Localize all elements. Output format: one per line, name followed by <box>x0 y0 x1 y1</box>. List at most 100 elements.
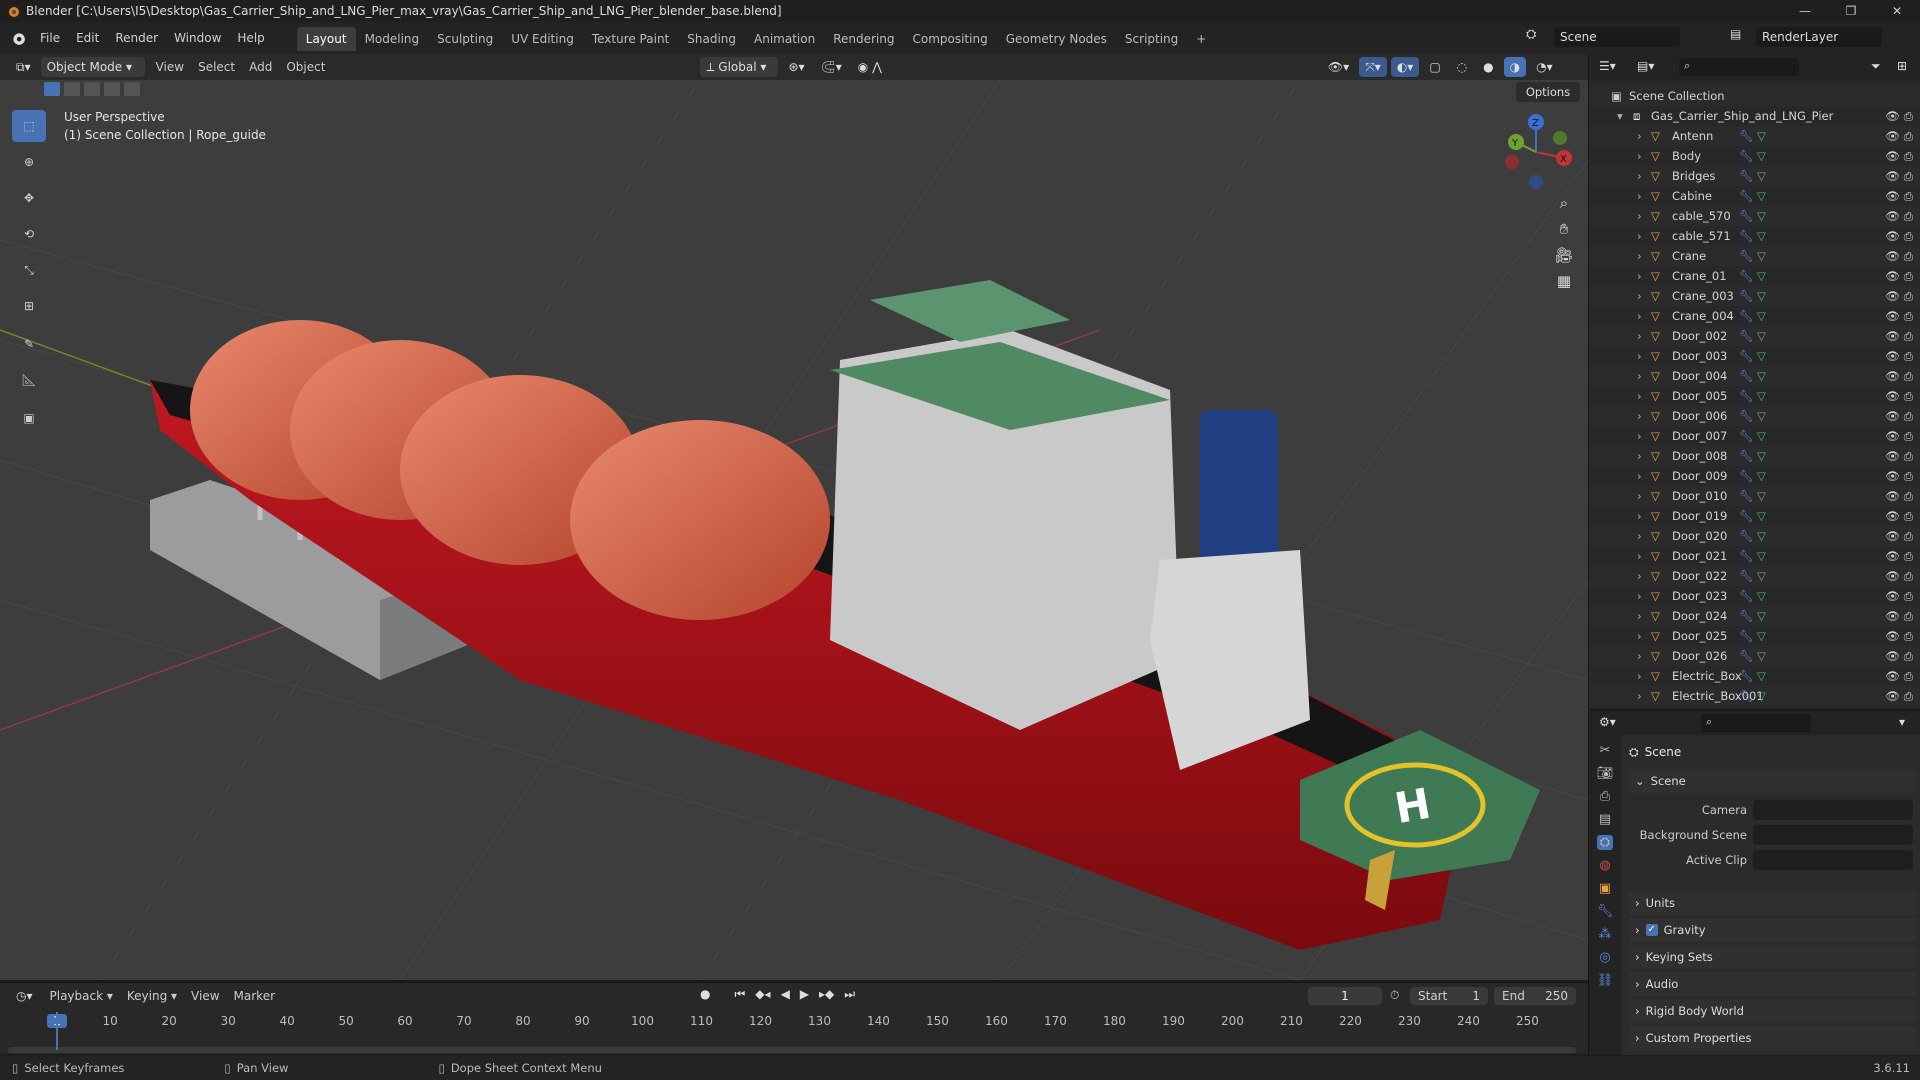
expand-arrow-icon[interactable]: › <box>1637 249 1642 263</box>
eye-icon[interactable]: 👁︎ <box>1885 209 1900 224</box>
camera-icon[interactable]: ⎙ <box>1904 149 1913 164</box>
select-extend-icon[interactable] <box>64 82 80 96</box>
prev-keyframe-icon[interactable]: ◆◂ <box>755 987 770 1007</box>
outliner-item[interactable]: › ▽ Crane 🔧︎ ▽ 👁︎ ⎙ <box>1589 246 1920 266</box>
editor-type-icon[interactable]: ⧉▾ <box>10 57 37 77</box>
camera-icon[interactable]: ⎙ <box>1904 249 1913 264</box>
eye-icon[interactable]: 👁︎ <box>1885 229 1900 244</box>
camera-icon[interactable]: ⎙ <box>1904 449 1913 464</box>
ortho-grid-icon[interactable]: ▦ <box>1552 272 1576 290</box>
jump-start-icon[interactable]: ⏮ <box>734 987 745 1007</box>
expand-arrow-icon[interactable]: › <box>1637 589 1642 603</box>
close-button[interactable]: ✕ <box>1874 0 1920 22</box>
tab-sculpting[interactable]: Sculpting <box>428 27 502 51</box>
menu-render[interactable]: Render <box>107 22 166 54</box>
select-intersect-icon[interactable] <box>124 82 140 96</box>
select-subtract-icon[interactable] <box>84 82 100 96</box>
eye-icon[interactable]: 👁︎ <box>1885 669 1900 684</box>
world-tab-icon[interactable]: ◍ <box>1599 858 1610 873</box>
expand-arrow-icon[interactable]: › <box>1637 669 1642 683</box>
eye-icon[interactable]: 👁︎ <box>1885 369 1900 384</box>
tab-shading[interactable]: Shading <box>678 27 745 51</box>
outliner-item[interactable]: › ▽ Door_022 🔧︎ ▽ 👁︎ ⎙ <box>1589 566 1920 586</box>
outliner-item[interactable]: › ▽ Door_002 🔧︎ ▽ 👁︎ ⎙ <box>1589 326 1920 346</box>
scene-collection-row[interactable]: ▣ Scene Collection <box>1589 86 1920 106</box>
camera-icon[interactable]: ⎙ <box>1904 689 1913 704</box>
select-new-icon[interactable] <box>44 82 60 96</box>
camera-icon[interactable]: ⎙ <box>1904 189 1913 204</box>
outliner-item[interactable]: › ▽ Electric_Box001 🔧︎ ▽ 👁︎ ⎙ <box>1589 686 1920 706</box>
eye-icon[interactable]: 👁︎ <box>1885 549 1900 564</box>
overlay-toggle-icon[interactable]: ◐▾ <box>1390 57 1420 77</box>
eye-icon[interactable]: 👁︎ <box>1885 489 1900 504</box>
options-button[interactable]: Options <box>1516 82 1580 102</box>
camera-icon[interactable]: ⎙ <box>1904 649 1913 664</box>
tab-modeling[interactable]: Modeling <box>356 27 429 51</box>
scene-icon[interactable]: ⛭ <box>1526 27 1546 47</box>
outliner-item[interactable]: › ▽ Door_020 🔧︎ ▽ 👁︎ ⎙ <box>1589 526 1920 546</box>
eye-icon[interactable]: 👁︎ <box>1885 629 1900 644</box>
outliner-item[interactable]: › ▽ Door_025 🔧︎ ▽ 👁︎ ⎙ <box>1589 626 1920 646</box>
expand-arrow-icon[interactable]: › <box>1637 289 1642 303</box>
gravity-checkbox[interactable]: ✓ <box>1645 924 1658 936</box>
eye-icon[interactable]: 👁︎ <box>1885 529 1900 544</box>
camera-icon[interactable]: ⎙ <box>1904 529 1913 544</box>
output-tab-icon[interactable]: ⎙ <box>1600 789 1610 804</box>
menu-view[interactable]: View <box>184 989 226 1003</box>
outliner-search-input[interactable]: ⌕ <box>1679 58 1799 76</box>
tab-animation[interactable]: Animation <box>745 27 824 51</box>
eye-icon[interactable]: 👁︎ <box>1885 269 1900 284</box>
expand-arrow-icon[interactable]: › <box>1637 429 1642 443</box>
snap-icon[interactable]: 🧲︎▾ <box>815 57 848 77</box>
camera-icon[interactable]: ⎙ <box>1904 669 1913 684</box>
expand-arrow-icon[interactable]: › <box>1637 209 1642 223</box>
outliner-item[interactable]: › ▽ Crane_01 🔧︎ ▽ 👁︎ ⎙ <box>1589 266 1920 286</box>
outliner-item[interactable]: › ▽ Antenn 🔧︎ ▽ 👁︎ ⎙ <box>1589 126 1920 146</box>
scale-tool[interactable]: ⤡ <box>12 254 46 286</box>
outliner-item[interactable]: › ▽ Door_010 🔧︎ ▽ 👁︎ ⎙ <box>1589 486 1920 506</box>
expand-arrow-icon[interactable]: › <box>1637 689 1642 703</box>
eye-icon[interactable]: 👁︎ <box>1885 169 1900 184</box>
tab-rendering[interactable]: Rendering <box>824 27 903 51</box>
expand-arrow-icon[interactable]: › <box>1637 409 1642 423</box>
eye-icon[interactable]: 👁︎ <box>1885 149 1900 164</box>
measure-tool[interactable]: 📐︎ <box>12 364 46 396</box>
eye-icon[interactable]: 👁︎ <box>1885 429 1900 444</box>
collapsed-section-gravity[interactable]: › ✓ Gravity <box>1629 918 1917 942</box>
camera-icon[interactable]: ⎙ <box>1904 629 1913 644</box>
expand-arrow-icon[interactable]: › <box>1637 609 1642 623</box>
outliner-item[interactable]: › ▽ Crane_003 🔧︎ ▽ 👁︎ ⎙ <box>1589 286 1920 306</box>
outliner-item[interactable]: › ▽ Door_026 🔧︎ ▽ 👁︎ ⎙ <box>1589 646 1920 666</box>
jump-end-icon[interactable]: ⏭ <box>844 987 855 1007</box>
camera-view-icon[interactable]: 🎥︎ <box>1552 246 1576 264</box>
collapsed-section-units[interactable]: › Units <box>1629 891 1917 915</box>
camera-icon[interactable]: ⎙ <box>1904 369 1913 384</box>
expand-arrow-icon[interactable]: › <box>1637 549 1642 563</box>
modifier-tab-icon[interactable]: 🔧︎ <box>1597 904 1614 919</box>
collapsed-section-keying-sets[interactable]: › Keying Sets <box>1629 945 1917 969</box>
collapsed-section-audio[interactable]: › Audio <box>1629 972 1917 996</box>
eye-icon[interactable]: 👁︎ <box>1885 189 1900 204</box>
camera-icon[interactable]: ⎙ <box>1904 569 1913 584</box>
tool-tab-icon[interactable]: ✂ <box>1600 743 1611 758</box>
camera-icon[interactable]: ⎙ <box>1904 549 1913 564</box>
outliner-item[interactable]: › ▽ Door_004 🔧︎ ▽ 👁︎ ⎙ <box>1589 366 1920 386</box>
outliner-item[interactable]: › ▽ Door_024 🔧︎ ▽ 👁︎ ⎙ <box>1589 606 1920 626</box>
collection-row[interactable]: ▾ ⧈ Gas_Carrier_Ship_and_LNG_Pier 👁︎ ⎙ <box>1589 106 1920 126</box>
move-tool[interactable]: ✥ <box>12 182 46 214</box>
menu-edit[interactable]: Edit <box>68 22 107 54</box>
proportional-edit-icon[interactable]: ◉ ⋀ <box>852 57 888 77</box>
camera-icon[interactable]: ⎙ <box>1904 309 1913 324</box>
timeline-editor-icon[interactable]: ◷▾ <box>10 986 39 1006</box>
tab-scripting[interactable]: Scripting <box>1116 27 1187 51</box>
camera-icon[interactable]: ⎙ <box>1904 229 1913 244</box>
outliner-item[interactable]: › ▽ Door_006 🔧︎ ▽ 👁︎ ⎙ <box>1589 406 1920 426</box>
expand-arrow-icon[interactable]: › <box>1637 309 1642 323</box>
camera-icon[interactable]: ⎙ <box>1904 269 1913 284</box>
pan-hand-icon[interactable]: ✋︎ <box>1552 220 1576 238</box>
outliner-editor-icon[interactable]: ☰▾ <box>1599 59 1616 73</box>
properties-search-input[interactable]: ⌕ <box>1701 714 1811 732</box>
outliner-item[interactable]: › ▽ Door_003 🔧︎ ▽ 👁︎ ⎙ <box>1589 346 1920 366</box>
select-box-tool[interactable]: ⬚ <box>12 110 46 142</box>
material-shading-icon[interactable]: ◑ <box>1503 57 1527 77</box>
